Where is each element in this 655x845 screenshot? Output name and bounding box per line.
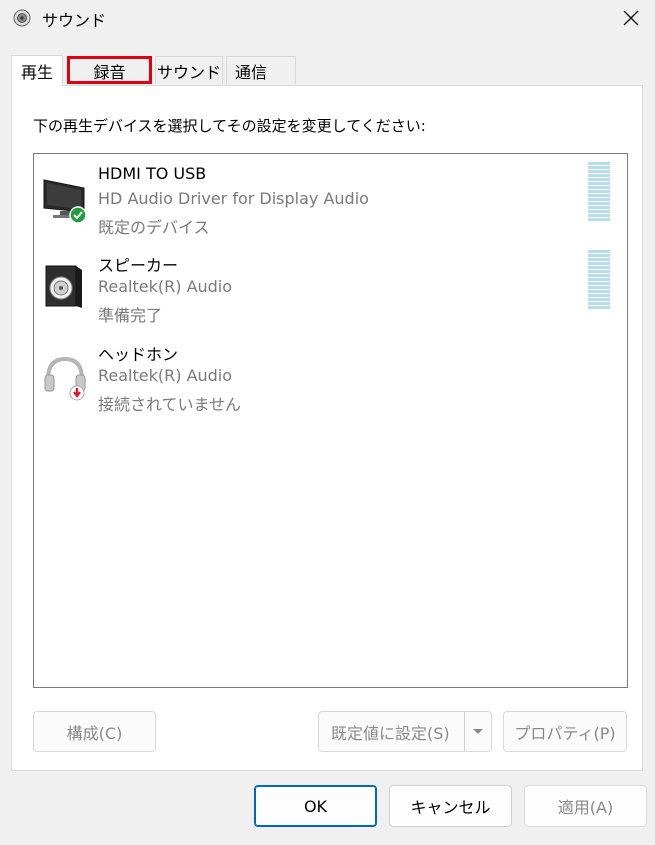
device-name: ヘッドホン [98, 345, 179, 364]
tab-playback[interactable]: 再生 [11, 55, 63, 86]
check-badge-icon [69, 206, 87, 224]
device-status: 接続されていません [98, 395, 242, 414]
playback-panel: 下の再生デバイスを選択してその設定を変更してください: HDMI TO USB … [11, 85, 643, 771]
title-bar: サウンド [0, 0, 655, 40]
set-default-button[interactable]: 既定値に設定(S) [318, 711, 492, 752]
configure-button[interactable]: 構成(C) [33, 711, 156, 752]
chevron-down-icon [473, 728, 483, 734]
speaker-app-icon [13, 9, 31, 27]
device-driver: Realtek(R) Audio [98, 277, 233, 296]
device-item-hdmi[interactable]: HDMI TO USB HD Audio Driver for Display … [34, 154, 624, 237]
ok-button[interactable]: OK [254, 785, 377, 827]
close-icon [623, 10, 639, 26]
device-name: スピーカー [98, 256, 179, 275]
volume-meter [588, 250, 610, 310]
close-button[interactable] [607, 0, 655, 36]
set-default-dropdown[interactable] [464, 712, 491, 751]
device-item-speaker[interactable]: スピーカー Realtek(R) Audio 準備完了 [34, 242, 624, 325]
set-default-label: 既定値に設定(S) [331, 723, 450, 743]
volume-meter [588, 162, 610, 222]
device-list[interactable]: HDMI TO USB HD Audio Driver for Display … [33, 153, 628, 688]
instruction-text: 下の再生デバイスを選択してその設定を変更してください: [33, 117, 426, 135]
device-driver: Realtek(R) Audio [98, 366, 233, 385]
device-status: 準備完了 [98, 306, 163, 325]
cancel-button[interactable]: キャンセル [389, 785, 512, 827]
tab-recording[interactable]: 録音 [67, 56, 152, 84]
tab-sounds[interactable]: サウンド [155, 56, 223, 84]
device-driver: HD Audio Driver for Display Audio [98, 189, 369, 208]
properties-button[interactable]: プロパティ(P) [503, 711, 627, 752]
tab-communications[interactable]: 通信 [226, 56, 296, 84]
device-name: HDMI TO USB [98, 164, 207, 183]
headphones-icon [44, 356, 86, 401]
window-title: サウンド [42, 11, 107, 30]
speaker-icon [45, 265, 82, 308]
device-status: 既定のデバイス [98, 218, 210, 237]
monitor-icon [43, 179, 87, 224]
apply-button[interactable]: 適用(A) [524, 785, 647, 827]
device-item-headphones[interactable]: ヘッドホン Realtek(R) Audio 接続されていません [34, 331, 624, 414]
